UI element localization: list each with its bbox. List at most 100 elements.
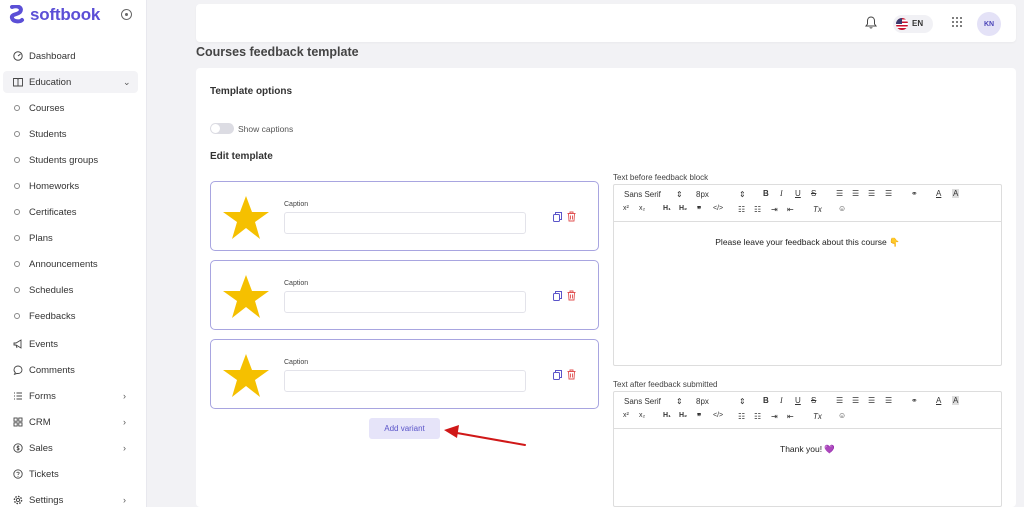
bullet-list-icon[interactable]: ☷ — [754, 412, 761, 421]
heading2-icon[interactable]: H₂ — [679, 412, 687, 419]
trash-icon[interactable] — [567, 290, 576, 301]
editor-after-content[interactable]: Thank you! 💜 — [614, 444, 1001, 455]
circle-bullet-icon — [14, 105, 20, 111]
font-size-select[interactable]: 8px — [696, 397, 709, 406]
code-icon[interactable]: </> — [713, 412, 723, 419]
subscript-icon[interactable]: x₂ — [639, 205, 645, 212]
brand[interactable]: softbook — [8, 4, 100, 26]
ordered-list-icon[interactable]: ☷ — [738, 205, 745, 214]
clear-format-icon[interactable]: Tx — [813, 412, 822, 421]
trash-icon[interactable] — [567, 369, 576, 380]
bold-icon[interactable]: B — [763, 396, 769, 405]
copy-icon[interactable] — [553, 291, 562, 301]
sidebar-item-tickets[interactable]: Tickets — [0, 463, 147, 485]
add-variant-button[interactable]: Add variant — [369, 418, 440, 439]
sidebar-item-settings[interactable]: Settings › — [0, 489, 147, 507]
outdent-icon[interactable]: ⇤ — [787, 205, 794, 214]
align-justify-icon[interactable]: ☰ — [885, 396, 892, 405]
circle-bullet-icon — [14, 287, 20, 293]
superscript-icon[interactable]: x² — [623, 412, 629, 419]
outdent-icon[interactable]: ⇤ — [787, 412, 794, 421]
font-family-select[interactable]: Sans Serif — [624, 397, 661, 406]
bullet-list-icon[interactable]: ☷ — [754, 205, 761, 214]
star-icon[interactable] — [221, 353, 271, 398]
star-icon[interactable] — [221, 195, 271, 240]
sidebar-item-sales[interactable]: Sales › — [0, 437, 147, 459]
heading2-icon[interactable]: H₂ — [679, 205, 687, 212]
strikethrough-icon[interactable]: S — [811, 189, 816, 198]
align-left-icon[interactable]: ☰ — [836, 396, 843, 405]
copy-icon[interactable] — [553, 212, 562, 222]
sidebar-item-label: Students groups — [29, 154, 99, 166]
sidebar-item-feedbacks[interactable]: Feedbacks — [0, 305, 147, 327]
caption-input[interactable] — [284, 370, 526, 392]
background-color-icon[interactable]: A — [952, 189, 960, 198]
align-justify-icon[interactable]: ☰ — [885, 189, 892, 198]
font-size-select[interactable]: 8px — [696, 190, 709, 199]
link-icon[interactable]: ⚭ — [911, 396, 918, 405]
sidebar-item-comments[interactable]: Comments — [0, 359, 147, 381]
align-right-icon[interactable]: ☰ — [868, 189, 875, 198]
sidebar-collapse-icon[interactable] — [121, 9, 132, 20]
copy-icon[interactable] — [553, 370, 562, 380]
trash-icon[interactable] — [567, 211, 576, 222]
link-icon[interactable]: ⚭ — [911, 189, 918, 198]
text-color-icon[interactable]: A — [936, 189, 941, 198]
editor-before-content[interactable]: Please leave your feedback about this co… — [614, 237, 1001, 248]
star-icon[interactable] — [221, 274, 271, 319]
strikethrough-icon[interactable]: S — [811, 396, 816, 405]
emoji-icon[interactable]: ☺ — [838, 204, 846, 213]
heading1-icon[interactable]: H₁ — [663, 205, 671, 212]
background-color-icon[interactable]: A — [952, 396, 960, 405]
apps-grid-icon[interactable] — [952, 17, 963, 28]
help-icon — [13, 469, 23, 479]
clear-format-icon[interactable]: Tx — [813, 205, 822, 214]
text-color-icon[interactable]: A — [936, 396, 941, 405]
sidebar-item-label: Events — [29, 338, 59, 350]
sidebar-item-dashboard[interactable]: Dashboard — [0, 45, 147, 67]
language-selector[interactable]: EN — [893, 15, 933, 33]
heading1-icon[interactable]: H₁ — [663, 412, 671, 419]
show-captions-toggle[interactable] — [210, 123, 234, 134]
sidebar-item-forms[interactable]: Forms › — [0, 385, 147, 407]
list-icon — [14, 392, 22, 400]
underline-icon[interactable]: U — [795, 189, 801, 198]
sidebar-item-education[interactable]: Education ⌄ — [3, 71, 138, 93]
blockquote-icon[interactable]: ❞ — [697, 412, 701, 421]
superscript-icon[interactable]: x² — [623, 205, 629, 212]
sidebar-item-courses[interactable]: Courses — [0, 97, 147, 119]
align-center-icon[interactable]: ☰ — [852, 396, 859, 405]
blockquote-icon[interactable]: ❞ — [697, 205, 701, 214]
bold-icon[interactable]: B — [763, 189, 769, 198]
code-icon[interactable]: </> — [713, 205, 723, 212]
sidebar-item-homeworks[interactable]: Homeworks — [0, 175, 147, 197]
italic-icon[interactable]: I — [780, 396, 783, 405]
caption-input[interactable] — [284, 291, 526, 313]
italic-icon[interactable]: I — [780, 189, 783, 198]
sidebar-item-events[interactable]: Events — [0, 333, 147, 355]
indent-icon[interactable]: ⇥ — [771, 205, 778, 214]
avatar[interactable]: KN — [977, 12, 1001, 36]
font-family-select[interactable]: Sans Serif — [624, 190, 661, 199]
caption-input[interactable] — [284, 212, 526, 234]
bell-icon[interactable] — [865, 16, 877, 29]
align-center-icon[interactable]: ☰ — [852, 189, 859, 198]
subscript-icon[interactable]: x₂ — [639, 412, 645, 419]
sidebar-item-students-groups[interactable]: Students groups — [0, 149, 147, 171]
underline-icon[interactable]: U — [795, 396, 801, 405]
sidebar-item-announcements[interactable]: Announcements — [0, 253, 147, 275]
ordered-list-icon[interactable]: ☷ — [738, 412, 745, 421]
sidebar-item-students[interactable]: Students — [0, 123, 147, 145]
sidebar-item-plans[interactable]: Plans — [0, 227, 147, 249]
align-left-icon[interactable]: ☰ — [836, 189, 843, 198]
editor-before[interactable]: Sans Serif ⇕ 8px ⇕ B I U S ☰ ☰ ☰ ☰ ⚭ A Ax² x₂ H₁ H₂ ❞ </> ☷ ☷… — [613, 184, 1002, 366]
indent-icon[interactable]: ⇥ — [771, 412, 778, 421]
sidebar-item-crm[interactable]: CRM › — [0, 411, 147, 433]
emoji-icon[interactable]: ☺ — [838, 411, 846, 420]
editor-after[interactable]: Sans Serif ⇕ 8px ⇕ B I U S ☰ ☰ ☰ ☰ ⚭ A Ax² x₂ H₁ H₂ ❞ </> ☷ ☷… — [613, 391, 1002, 507]
sidebar-item-certificates[interactable]: Certificates — [0, 201, 147, 223]
circle-bullet-icon — [14, 131, 20, 137]
sidebar-item-schedules[interactable]: Schedules — [0, 279, 147, 301]
align-right-icon[interactable]: ☰ — [868, 396, 875, 405]
book-icon — [13, 78, 23, 87]
